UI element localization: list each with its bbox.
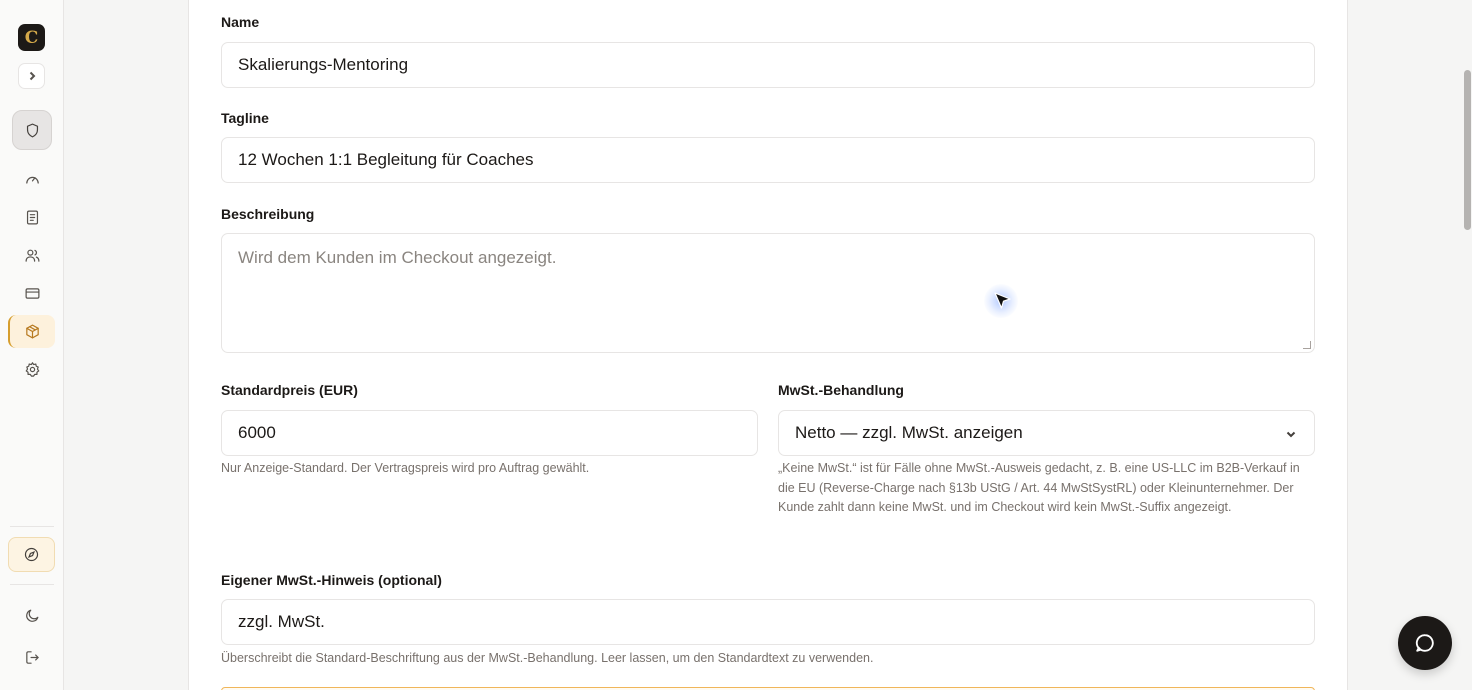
vat-note-hint: Überschreibt die Standard-Beschriftung a… xyxy=(221,651,874,665)
page-scrollbar[interactable] xyxy=(1462,0,1472,690)
vat-note-input[interactable]: zzgl. MwSt. xyxy=(221,599,1315,645)
chat-bubble-icon xyxy=(1415,634,1434,652)
gauge-icon xyxy=(25,176,39,184)
sidebar-item-documents[interactable] xyxy=(12,201,52,233)
vat-selected-value: Netto — zzgl. MwSt. anzeigen xyxy=(795,423,1023,442)
chevron-down-icon xyxy=(1284,426,1298,440)
vat-label: MwSt.-Behandlung xyxy=(778,382,904,398)
chat-button[interactable] xyxy=(1398,616,1452,670)
sidebar-item-payments[interactable] xyxy=(12,277,52,309)
app-logo[interactable]: C xyxy=(18,24,45,51)
workspace-button[interactable] xyxy=(12,110,52,150)
tagline-label: Tagline xyxy=(221,110,269,126)
price-value: 6000 xyxy=(238,423,276,442)
sidebar: C xyxy=(0,0,64,690)
gear-icon xyxy=(25,361,39,377)
tagline-input[interactable]: 12 Wochen 1:1 Begleitung für Coaches xyxy=(221,137,1315,183)
explore-button[interactable] xyxy=(8,537,55,572)
price-hint: Nur Anzeige-Standard. Der Vertragspreis … xyxy=(221,461,590,475)
sidebar-item-products[interactable] xyxy=(8,315,55,348)
vat-select[interactable]: Netto — zzgl. MwSt. anzeigen xyxy=(778,410,1315,456)
logout-button[interactable] xyxy=(12,641,52,673)
logo-letter: C xyxy=(24,27,39,48)
sidebar-item-clients[interactable] xyxy=(12,239,52,271)
sidebar-item-settings[interactable] xyxy=(12,353,52,385)
scrollbar-thumb[interactable] xyxy=(1464,70,1471,230)
resize-handle[interactable] xyxy=(1303,341,1311,349)
sidebar-divider xyxy=(10,526,54,527)
users-icon xyxy=(25,249,39,262)
tagline-value: 12 Wochen 1:1 Begleitung für Coaches xyxy=(238,150,534,169)
name-value: Skalierungs-Mentoring xyxy=(238,55,409,74)
description-label: Beschreibung xyxy=(221,206,315,222)
sidebar-divider xyxy=(10,584,54,585)
document-icon xyxy=(26,210,38,224)
cursor-icon xyxy=(994,292,1011,309)
compass-icon xyxy=(24,547,39,562)
name-label: Name xyxy=(221,14,260,30)
logout-icon xyxy=(25,650,39,664)
moon-icon xyxy=(25,609,38,622)
description-textarea[interactable]: Wird dem Kunden im Checkout angezeigt. xyxy=(221,233,1315,353)
theme-toggle[interactable] xyxy=(12,599,52,631)
credit-card-icon xyxy=(25,287,39,299)
vat-hint: „Keine MwSt.“ ist für Fälle ohne MwSt.-A… xyxy=(778,461,1300,514)
shield-icon xyxy=(26,122,38,138)
vat-note-value: zzgl. MwSt. xyxy=(238,612,325,631)
expand-sidebar-button[interactable] xyxy=(18,63,45,89)
price-input[interactable]: 6000 xyxy=(221,410,758,456)
description-placeholder: Wird dem Kunden im Checkout angezeigt. xyxy=(238,248,557,267)
chevron-right-icon xyxy=(29,71,35,81)
vat-note-label: Eigener MwSt.-Hinweis (optional) xyxy=(221,572,442,588)
package-icon xyxy=(26,324,39,339)
price-label: Standardpreis (EUR) xyxy=(221,382,358,398)
name-input[interactable]: Skalierungs-Mentoring xyxy=(221,42,1315,88)
sidebar-item-dashboard[interactable] xyxy=(12,163,52,195)
